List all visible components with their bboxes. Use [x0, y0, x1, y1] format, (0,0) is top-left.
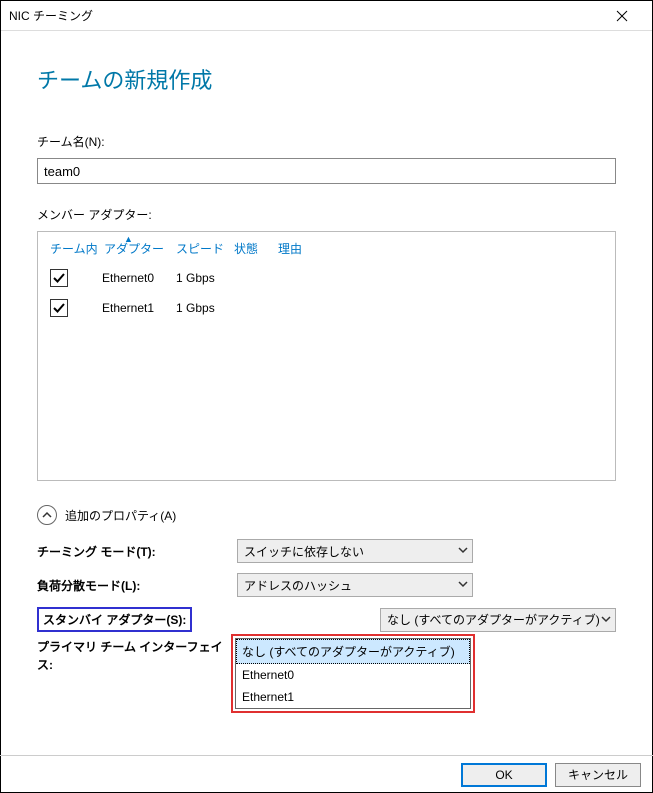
adapter-checkbox[interactable] [50, 269, 68, 287]
adapter-list-header: チーム内 ▲ アダプター スピード 状態 理由 [38, 232, 615, 263]
ok-button[interactable]: OK [461, 763, 547, 787]
standby-adapter-value: なし (すべてのアダプターがアクティブ) [387, 611, 600, 628]
checkmark-icon [52, 271, 66, 285]
page-heading: チームの新規作成 [37, 63, 616, 95]
col-reason[interactable]: 理由 [278, 240, 322, 257]
col-team[interactable]: チーム内 [50, 240, 104, 257]
adapter-speed: 1 Gbps [176, 271, 215, 285]
close-button[interactable] [602, 2, 642, 30]
adapter-row[interactable]: Ethernet0 1 Gbps [38, 263, 615, 293]
adapter-list: チーム内 ▲ アダプター スピード 状態 理由 Ethernet0 1 Gbps… [37, 231, 616, 481]
chevron-up-icon [37, 505, 57, 525]
teaming-mode-label: チーミング モード(T): [37, 543, 237, 560]
chevron-down-icon [458, 544, 468, 558]
chevron-down-icon [458, 578, 468, 592]
close-icon [616, 10, 628, 22]
col-adapter[interactable]: ▲ アダプター [104, 240, 176, 257]
additional-properties-toggle[interactable]: 追加のプロパティ(A) [37, 505, 616, 525]
checkmark-icon [52, 301, 66, 315]
standby-adapter-dropdown[interactable]: なし (すべてのアダプターがアクティブ) [380, 608, 616, 632]
adapter-name: Ethernet0 [102, 271, 176, 285]
chevron-down-icon [601, 613, 611, 627]
additional-properties-label: 追加のプロパティ(A) [65, 507, 176, 524]
teaming-mode-value: スイッチに依存しない [244, 543, 364, 560]
col-state[interactable]: 状態 [234, 240, 278, 257]
standby-adapter-options: なし (すべてのアダプターがアクティブ) Ethernet0 Ethernet1 [231, 634, 475, 713]
adapter-name: Ethernet1 [102, 301, 176, 315]
sort-arrow-icon: ▲ [124, 234, 133, 244]
teaming-mode-row: チーミング モード(T): スイッチに依存しない [37, 539, 616, 563]
teaming-mode-dropdown[interactable]: スイッチに依存しない [237, 539, 473, 563]
titlebar: NIC チーミング [1, 1, 652, 31]
cancel-button[interactable]: キャンセル [555, 763, 641, 787]
col-speed[interactable]: スピード [176, 240, 234, 257]
adapter-row[interactable]: Ethernet1 1 Gbps [38, 293, 615, 323]
team-name-input[interactable] [37, 158, 616, 184]
standby-option[interactable]: Ethernet0 [236, 664, 470, 686]
window-title: NIC チーミング [9, 7, 93, 24]
team-name-label: チーム名(N): [37, 133, 616, 150]
standby-adapter-row: スタンバイ アダプター(S): なし (すべてのアダプターがアクティブ) [37, 607, 616, 632]
adapter-speed: 1 Gbps [176, 301, 215, 315]
primary-interface-label: プライマリ チーム インターフェイス: [37, 638, 237, 674]
adapter-checkbox[interactable] [50, 299, 68, 317]
standby-adapter-label: スタンバイ アダプター(S): [37, 607, 192, 632]
load-balance-row: 負荷分散モード(L): アドレスのハッシュ [37, 573, 616, 597]
standby-option[interactable]: なし (すべてのアダプターがアクティブ) [236, 639, 470, 664]
load-balance-value: アドレスのハッシュ [244, 577, 352, 594]
dialog-content: チームの新規作成 チーム名(N): メンバー アダプター: チーム内 ▲ アダプ… [1, 31, 652, 674]
member-adapters-label: メンバー アダプター: [37, 206, 616, 223]
standby-option[interactable]: Ethernet1 [236, 686, 470, 708]
dialog-footer: OK キャンセル [0, 755, 653, 793]
load-balance-dropdown[interactable]: アドレスのハッシュ [237, 573, 473, 597]
load-balance-label: 負荷分散モード(L): [37, 577, 237, 594]
